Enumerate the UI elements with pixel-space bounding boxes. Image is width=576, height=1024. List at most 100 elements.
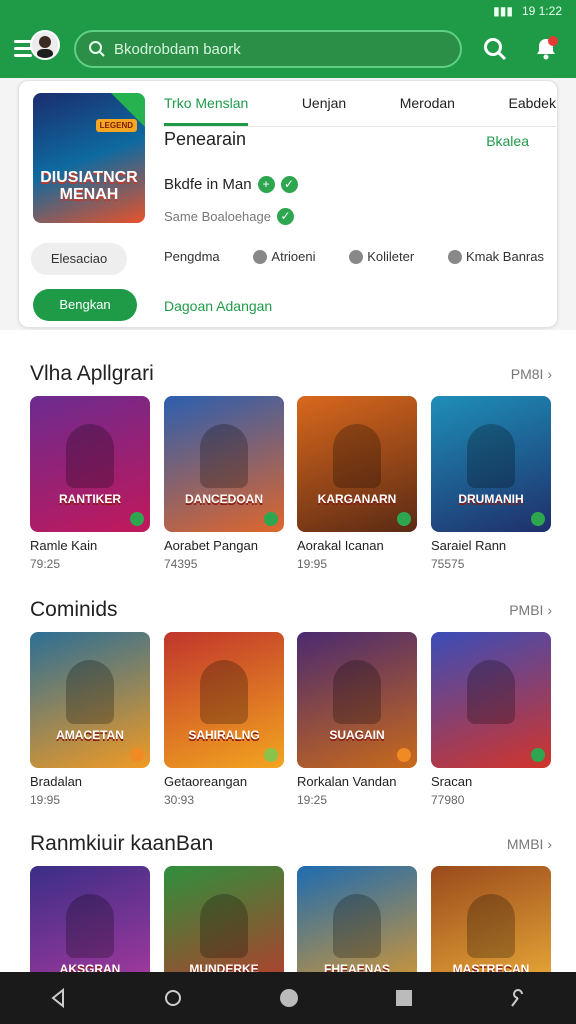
recents-icon[interactable]: [393, 987, 415, 1009]
app-name: Aorabet Pangan: [164, 538, 258, 553]
featured-title: Penearain: [164, 129, 247, 149]
section-more-link[interactable]: PMBI ›: [509, 602, 552, 618]
plus-icon[interactable]: +: [257, 176, 275, 193]
section-title: Ranmkiuir kaanBan: [30, 832, 214, 855]
app-thumbnail: AMACETAN: [30, 632, 150, 768]
check-icon: ✓: [276, 208, 294, 225]
app-meta: 19:95: [297, 557, 328, 571]
install-icon: [397, 748, 411, 762]
status-time: 19 1:22: [521, 4, 562, 18]
hero-figure: [467, 894, 515, 958]
chip-kolileter[interactable]: Kolileter: [349, 249, 414, 264]
app-name: Ramle Kain: [30, 538, 98, 553]
featured-status: Bkalea: [486, 133, 529, 149]
app-thumbnail: DRUMANIH: [431, 396, 551, 532]
notification-icon[interactable]: [532, 34, 560, 62]
app-card[interactable]: SUAGAIN Rorkalan Vandan 19:25: [297, 632, 417, 807]
tab-trko-menslan[interactable]: Trko Menslan: [164, 91, 249, 126]
hero-figure: [333, 894, 381, 958]
chip-pengdma[interactable]: Pengdma: [164, 249, 220, 264]
tab-eabdek[interactable]: Eabdek: [508, 91, 555, 126]
more-label: PM8I: [510, 366, 544, 382]
chip-atrioeni[interactable]: Atrioeni: [253, 249, 315, 264]
app-meta: 79:25: [30, 557, 61, 571]
app-card[interactable]: RANTIKER Ramle Kain 79:25: [30, 396, 150, 571]
main-content: Vlha Apllgrari PM8I › RANTIKER Ramle Kain…: [0, 330, 576, 1002]
notification-badge: [548, 36, 558, 46]
app-thumbnail: RANTIKER: [30, 396, 150, 532]
avatar[interactable]: [30, 30, 60, 60]
featured-cover-image[interactable]: LEGEND DIUSIATNCR MENAH: [33, 93, 145, 223]
hero-figure: [66, 660, 114, 724]
app-name: Saraiel Rann: [431, 538, 507, 553]
app-thumbnail: DANCEDOAN: [164, 396, 284, 532]
app-card[interactable]: AMACETAN Bradalan 19:95: [30, 632, 150, 807]
more-label: PMBI: [509, 602, 544, 618]
app-card[interactable]: DRUMANIH Saraiel Rann 75575: [431, 396, 551, 571]
install-icon: [264, 748, 278, 762]
search-icon: [89, 41, 105, 57]
featured-subtitle: Bkdfe in Man + ✓: [164, 176, 298, 193]
app-meta: 75575: [431, 557, 465, 571]
app-meta: 19:25: [297, 793, 328, 807]
featured-subtitle-text: Bkdfe in Man: [164, 176, 252, 193]
app-thumbnail: KARGANARN: [297, 396, 417, 532]
search-icon[interactable]: [482, 36, 508, 62]
search-input[interactable]: [114, 40, 444, 58]
thumbnail-label: SUAGAIN: [329, 728, 385, 742]
chip-kmak-banras[interactable]: Kmak Banras: [447, 249, 544, 264]
hero-figure: [333, 660, 381, 724]
featured-card: LEGEND DIUSIATNCR MENAH Trko Menslan Uen…: [18, 80, 558, 328]
app-bar: [0, 22, 576, 78]
app-meta: 19:95: [30, 793, 61, 807]
thumbnail-label: SAHIRALNG: [188, 728, 260, 742]
section-more-link[interactable]: MMBI ›: [507, 836, 552, 852]
thumbnail-label: AMACETAN: [56, 728, 124, 742]
chip-label: Kolileter: [367, 249, 415, 264]
app-card[interactable]: KARGANARN Aorakal Icanan 19:95: [297, 396, 417, 571]
more-label: MMBI: [506, 836, 544, 852]
app-card[interactable]: DANCEDOAN Aorabet Pangan 74395: [164, 396, 284, 571]
install-icon: [130, 512, 144, 526]
featured-meta-text: Same Boaloehage: [164, 209, 271, 224]
chip-label: Atrioeni: [271, 249, 316, 264]
hero-figure: [200, 660, 248, 724]
signal-icon: ▮▮▮: [493, 4, 513, 18]
app-meta: 30:93: [164, 793, 195, 807]
assistant-icon[interactable]: [506, 986, 530, 1010]
app-card[interactable]: SAHIRALNG Getaoreangan 30:93: [164, 632, 284, 807]
app-thumbnail: [431, 632, 551, 768]
app-card[interactable]: Sracan 77980: [431, 632, 551, 807]
android-icon: [253, 249, 268, 264]
section-title: Vlha Apllgrari: [30, 362, 154, 385]
system-nav-bar: [0, 972, 576, 1024]
hero-figure: [200, 894, 248, 958]
app-name: Getaoreangan: [164, 774, 248, 789]
install-icon: [531, 512, 545, 526]
install-icon: [531, 748, 545, 762]
tab-merodan[interactable]: Merodan: [400, 91, 455, 126]
tab-uenjan[interactable]: Uenjan: [302, 91, 346, 126]
secondary-button[interactable]: Elesaciao: [31, 243, 127, 275]
home-icon[interactable]: [276, 985, 302, 1011]
thumbnail-label: DANCEDOAN: [185, 492, 263, 506]
search-bar[interactable]: [74, 30, 462, 68]
section-more-link[interactable]: PM8I ›: [511, 366, 552, 382]
verified-icon: ✓: [280, 176, 298, 193]
hero-figure: [333, 424, 381, 488]
status-bar: ▮▮▮ 19 1:22: [0, 0, 576, 22]
cover-title: DIUSIATNCR MENAH: [40, 169, 138, 203]
refresh-icon[interactable]: [161, 986, 185, 1010]
primary-button[interactable]: Bengkan: [33, 289, 137, 321]
install-icon: [264, 512, 278, 526]
chip-label: Kmak Banras: [465, 249, 544, 264]
thumbnail-label: DRUMANIH: [458, 492, 524, 506]
app-name: Sracan: [431, 774, 473, 789]
app-name: Bradalan: [30, 774, 83, 789]
app-name: Aorakal Icanan: [297, 538, 384, 553]
back-icon[interactable]: [46, 986, 70, 1010]
featured-chips: Pengdma Atrioeni Kolileter Kmak Banras: [164, 249, 544, 264]
featured-link[interactable]: Dagoan Adangan: [164, 298, 272, 314]
app-name: Rorkalan Vandan: [297, 774, 397, 789]
chip-label: Pengdma: [164, 249, 220, 264]
